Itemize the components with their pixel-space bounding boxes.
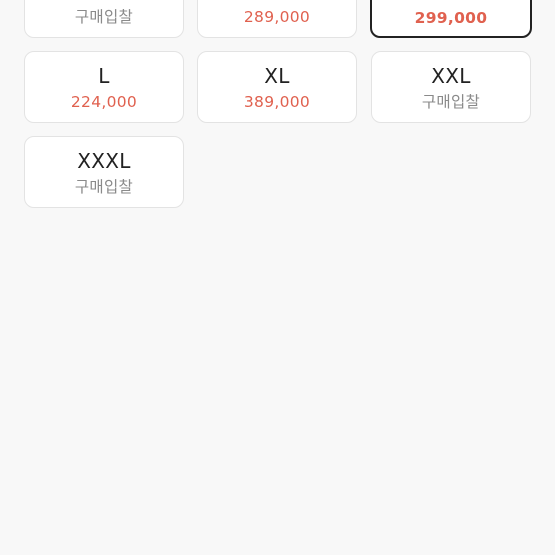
bid-label: 구매입찰	[421, 93, 481, 111]
size-option-card[interactable]: XXL 구매입찰	[371, 51, 531, 123]
price-label: 389,000	[243, 93, 311, 111]
size-option-grid: 구매입찰 289,000 299,000 L 224,000 XL 389,00…	[0, 0, 555, 555]
size-label: XL	[264, 64, 290, 88]
size-option-card[interactable]: L 224,000	[24, 51, 184, 123]
price-label: 224,000	[70, 93, 138, 111]
size-option-card[interactable]: 289,000	[197, 0, 357, 38]
size-option-card-selected[interactable]: 299,000	[370, 0, 532, 38]
size-option-card[interactable]: XXXL 구매입찰	[24, 136, 184, 208]
size-option-card[interactable]: XL 389,000	[197, 51, 357, 123]
size-label: L	[98, 64, 110, 88]
bid-label: 구매입찰	[74, 8, 134, 26]
size-option-card[interactable]: 구매입찰	[24, 0, 184, 38]
price-label: 289,000	[243, 8, 311, 26]
size-label: XXXL	[77, 149, 131, 173]
bid-label: 구매입찰	[74, 178, 134, 196]
size-label: XXL	[431, 64, 471, 88]
price-label: 299,000	[414, 9, 488, 27]
